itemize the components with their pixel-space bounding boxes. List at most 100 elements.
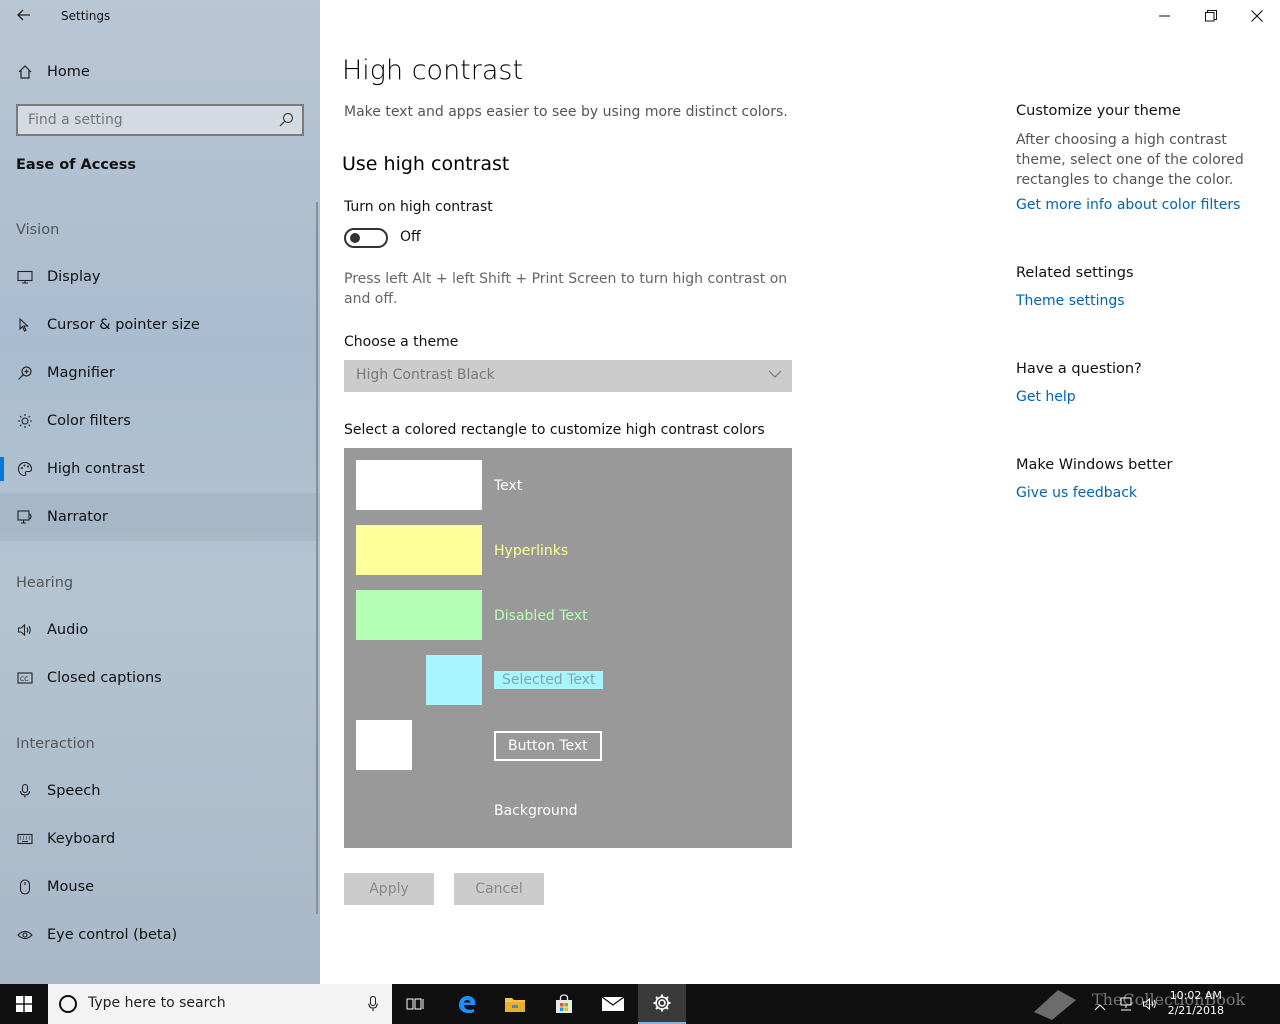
volume-button[interactable] — [1142, 996, 1158, 1016]
section-header-vision: Vision — [16, 222, 60, 238]
button-text-color-swatch[interactable] — [356, 720, 412, 770]
start-button[interactable] — [0, 984, 48, 1024]
page-title: High contrast — [342, 55, 524, 86]
mail-icon — [601, 996, 625, 1011]
sidebar-item-keyboard[interactable]: Keyboard — [0, 815, 320, 863]
sidebar-item-label: Color filters — [47, 413, 131, 429]
sidebar-item-cursor[interactable]: Cursor & pointer size — [0, 301, 320, 349]
search-input[interactable] — [18, 106, 268, 134]
mail-button[interactable] — [589, 984, 637, 1024]
sidebar-item-magnifier[interactable]: Magnifier — [0, 349, 320, 397]
color-palette: Text Hyperlinks Disabled Text Selected T… — [344, 448, 792, 848]
sidebar-item-label: Closed captions — [47, 670, 162, 686]
sidebar-item-label: Narrator — [47, 509, 108, 525]
sidebar-item-closed-captions[interactable]: CC Closed captions — [0, 654, 320, 702]
disabled-text-color-swatch[interactable] — [356, 590, 482, 640]
customize-text: After choosing a high contrast theme, se… — [1016, 132, 1244, 188]
sidebar-scrollbar[interactable] — [316, 202, 318, 914]
keyboard-icon — [16, 830, 34, 848]
sidebar-item-audio[interactable]: Audio — [0, 606, 320, 654]
mouse-icon — [16, 878, 34, 896]
theme-dropdown-value: High Contrast Black — [356, 367, 495, 383]
sidebar-item-label: Speech — [47, 783, 101, 799]
selection-indicator — [0, 457, 4, 481]
magnifier-icon — [16, 364, 34, 382]
volume-icon — [1143, 997, 1156, 1011]
sun-icon — [16, 412, 34, 430]
selected-text-color-swatch[interactable] — [426, 655, 482, 705]
edge-icon — [459, 995, 476, 1014]
sidebar-item-label: Mouse — [47, 879, 95, 895]
clock[interactable]: 10:02 AM 2/21/2018 — [1168, 988, 1224, 1018]
sidebar-item-label: Magnifier — [47, 365, 115, 381]
show-hidden-icons-button[interactable] — [1094, 996, 1106, 1015]
folder-icon — [505, 998, 525, 1012]
speaker-icon — [16, 621, 34, 639]
book-watermark-icon — [1034, 990, 1076, 1020]
taskbar-search[interactable]: Type here to search — [48, 984, 392, 1024]
clock-date: 2/21/2018 — [1167, 1004, 1224, 1017]
taskbar: Type here to search TheCollectionBook 10… — [0, 984, 1280, 1024]
file-explorer-button[interactable] — [491, 984, 539, 1024]
toggle-state: Off — [400, 229, 421, 245]
section-header-interaction: Interaction — [16, 736, 95, 752]
settings-button[interactable] — [638, 984, 686, 1024]
sidebar-item-narrator[interactable]: Narrator — [0, 493, 320, 541]
narrator-icon — [16, 508, 34, 526]
background-color-swatch[interactable] — [356, 785, 482, 835]
svg-text:CC: CC — [20, 676, 28, 683]
back-arrow-icon — [17, 9, 30, 21]
theme-label: Choose a theme — [344, 334, 459, 350]
sidebar-item-label: Display — [47, 269, 101, 285]
theme-dropdown[interactable]: High Contrast Black — [344, 360, 792, 392]
back-button[interactable] — [8, 4, 40, 28]
task-view-icon — [406, 998, 424, 1010]
sidebar-item-label: Cursor & pointer size — [47, 317, 200, 333]
network-icon — [1120, 997, 1132, 1011]
apply-button[interactable]: Apply — [344, 873, 434, 905]
section-title: Use high contrast — [342, 153, 510, 175]
related-settings-title: Related settings — [1016, 265, 1134, 281]
button-text-color-label: Button Text — [494, 731, 602, 761]
sidebar-item-display[interactable]: Display — [0, 253, 320, 301]
sidebar-item-label: Audio — [47, 622, 89, 638]
palette-icon — [16, 460, 34, 478]
store-button[interactable] — [540, 984, 588, 1024]
hyperlink-color-swatch[interactable] — [356, 525, 482, 575]
high-contrast-toggle[interactable] — [344, 228, 388, 248]
sidebar-item-high-contrast[interactable]: High contrast — [0, 445, 320, 493]
text-color-swatch[interactable] — [356, 460, 482, 510]
search-box[interactable] — [16, 104, 304, 136]
edge-button[interactable] — [443, 984, 491, 1024]
gear-icon — [653, 994, 671, 1012]
feedback-title: Make Windows better — [1016, 457, 1173, 473]
microphone-icon[interactable] — [368, 996, 378, 1012]
sidebar-item-home[interactable]: Home — [0, 48, 320, 96]
theme-settings-link[interactable]: Theme settings — [1016, 293, 1125, 309]
disabled-text-color-label: Disabled Text — [494, 608, 588, 624]
sidebar-item-eye-control[interactable]: Eye control (beta) — [0, 911, 320, 959]
sidebar-item-color-filters[interactable]: Color filters — [0, 397, 320, 445]
windows-logo-icon — [16, 996, 32, 1012]
taskbar-search-placeholder: Type here to search — [88, 995, 226, 1011]
maximize-button[interactable] — [1188, 0, 1234, 32]
eye-icon — [16, 926, 34, 944]
toggle-label: Turn on high contrast — [344, 199, 493, 215]
sidebar-item-speech[interactable]: Speech — [0, 767, 320, 815]
sidebar-item-label: High contrast — [47, 461, 145, 477]
close-button[interactable] — [1234, 0, 1280, 32]
network-button[interactable] — [1118, 996, 1134, 1016]
cursor-icon — [16, 316, 34, 334]
cancel-button[interactable]: Cancel — [454, 873, 544, 905]
feedback-link[interactable]: Give us feedback — [1016, 485, 1137, 501]
section-header-hearing: Hearing — [16, 575, 74, 591]
microphone-icon — [16, 782, 34, 800]
search-icon[interactable] — [278, 112, 294, 128]
color-filters-link[interactable]: Get more info about color filters — [1016, 197, 1240, 213]
store-bag-icon — [556, 994, 572, 1013]
sidebar-item-mouse[interactable]: Mouse — [0, 863, 320, 911]
minimize-button[interactable] — [1142, 0, 1188, 32]
app-title: Settings — [61, 9, 111, 23]
get-help-link[interactable]: Get help — [1016, 389, 1076, 405]
task-view-button[interactable] — [392, 984, 440, 1024]
